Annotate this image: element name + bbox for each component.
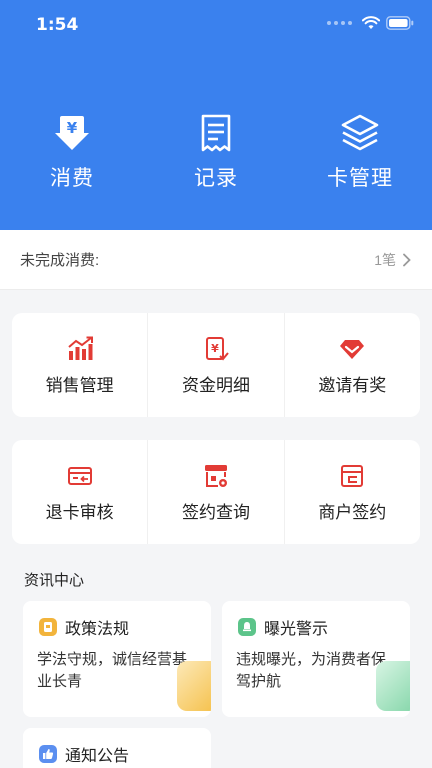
invite-reward-label: 邀请有奖 (318, 375, 387, 395)
news-card-exposure[interactable]: 曝光警示 违规曝光，为消费者保驾护航 (222, 601, 410, 717)
receipt-icon (201, 114, 231, 152)
header: 1:54 ¥ 消费 记录 卡管理 (0, 0, 432, 230)
merchant-sign-button[interactable]: 商户签约 (285, 440, 420, 544)
chevron-right-icon (403, 253, 411, 266)
function-grid-2: 退卡审核 签约查询 商户签约 (12, 440, 420, 544)
news-title-exposure: 曝光警示 (264, 621, 329, 638)
gem-reward-icon (340, 339, 365, 359)
card-return-review-button[interactable]: 退卡审核 (12, 440, 149, 544)
top-actions: ¥ 消费 记录 卡管理 (0, 112, 432, 192)
card-manage-label: 卡管理 (327, 167, 393, 190)
thumb-notice-icon (39, 745, 57, 763)
status-time: 1:54 (36, 15, 79, 35)
contract-query-label: 签约查询 (181, 502, 250, 522)
yuan-arrow-icon: ¥ (55, 116, 89, 150)
battery-icon (386, 16, 414, 30)
pending-count: 1笔 (374, 251, 396, 268)
card-manage-button[interactable]: 卡管理 (288, 112, 432, 192)
function-grid-1: 销售管理 ¥ 资金明细 邀请有奖 (12, 313, 420, 417)
news-card-notice[interactable]: 通知公告 (23, 728, 211, 768)
consume-button[interactable]: ¥ 消费 (0, 112, 144, 192)
sales-chart-icon (68, 336, 93, 360)
pending-count-wrap: 1笔 (374, 250, 412, 270)
svg-text:¥: ¥ (211, 342, 219, 355)
info-center-title: 资讯中心 (24, 572, 85, 589)
consume-label: 消费 (50, 167, 94, 190)
card-return-icon (67, 466, 92, 485)
news-card-policy[interactable]: 政策法规 学法守规，诚信经营基业长青 (23, 601, 211, 717)
news-head-policy: 政策法规 (23, 601, 211, 639)
records-button[interactable]: 记录 (144, 112, 288, 192)
wifi-icon (362, 16, 380, 29)
records-label: 记录 (194, 167, 238, 190)
news-head-exposure: 曝光警示 (222, 601, 410, 639)
sales-manage-label: 销售管理 (45, 375, 114, 395)
store-query-icon (204, 464, 227, 487)
status-icons (327, 16, 414, 30)
funds-detail-icon: ¥ (205, 336, 229, 360)
status-bar: 1:54 (0, 0, 432, 50)
card-return-review-label: 退卡审核 (45, 502, 114, 522)
news-title-policy: 政策法规 (65, 621, 130, 638)
contract-query-button[interactable]: 签约查询 (148, 440, 285, 544)
news-title-notice: 通知公告 (65, 748, 130, 765)
funds-detail-label: 资金明细 (181, 375, 250, 395)
funds-detail-button[interactable]: ¥ 资金明细 (148, 313, 285, 417)
exposure-decoration (376, 661, 410, 711)
alert-bell-icon (238, 618, 256, 636)
sales-manage-button[interactable]: 销售管理 (12, 313, 149, 417)
merchant-sign-icon (341, 464, 364, 487)
pending-consumption-row[interactable]: 未完成消费: 1笔 (0, 230, 432, 290)
signal-dots-icon (327, 21, 352, 25)
news-head-notice: 通知公告 (23, 728, 211, 766)
merchant-sign-label: 商户签约 (318, 502, 387, 522)
policy-decoration (177, 661, 211, 711)
invite-reward-button[interactable]: 邀请有奖 (285, 313, 420, 417)
pending-label: 未完成消费: (20, 252, 100, 269)
svg-text:¥: ¥ (67, 119, 78, 137)
policy-icon (39, 618, 57, 636)
layers-icon (341, 114, 379, 151)
